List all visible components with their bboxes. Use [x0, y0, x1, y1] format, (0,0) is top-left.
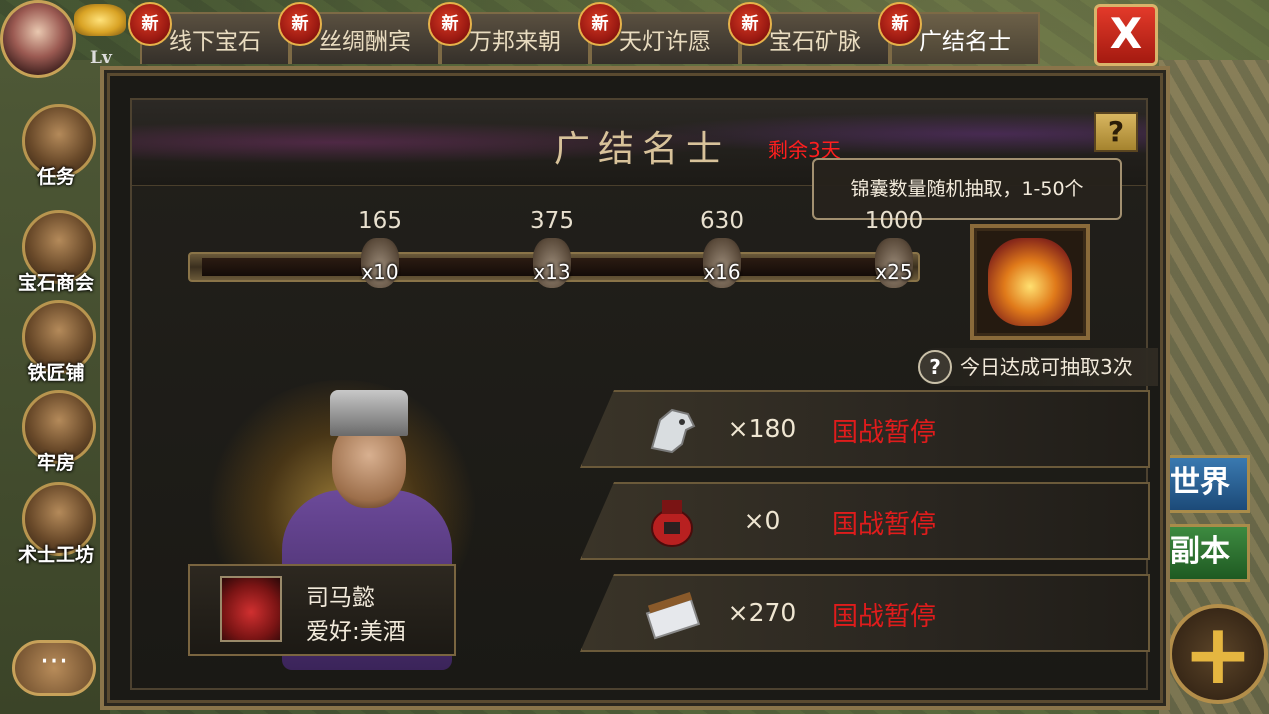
daily-draw-text: 今日达成可抽取3次 [960, 355, 1133, 379]
player-level-label: Lv [90, 48, 112, 68]
tab-label: 线下宝石 [169, 29, 261, 55]
sidebar-item-gem-shop[interactable]: 宝石商会 [10, 210, 102, 295]
milestone[interactable]: 1000 x25 [854, 208, 934, 288]
tab-label: 万邦来朝 [469, 29, 561, 55]
tab-silk-sale[interactable]: 新 丝绸酬宾 [278, 2, 440, 64]
question-icon[interactable]: ? [918, 350, 952, 384]
milestone-count: x25 [875, 260, 913, 284]
tab-offline-gems[interactable]: 新 线下宝石 [128, 2, 290, 64]
milestone-count: x13 [533, 260, 571, 284]
milestone[interactable]: 630 x16 [682, 208, 762, 288]
resource-status: 国战暂停 [832, 602, 937, 632]
event-panel: 广结名士 剩余3天 ? 锦囊数量随机抽取，1-50个 165 x10 375 x… [100, 66, 1170, 710]
player-avatar[interactable] [0, 0, 76, 78]
milestone-value: 375 [530, 208, 574, 234]
treasure-pouch-icon [988, 238, 1072, 326]
sidebar-item-blacksmith[interactable]: 铁匠铺 [10, 300, 102, 385]
tab-label: 天灯许愿 [619, 29, 711, 55]
new-badge: 新 [428, 2, 472, 46]
horse-icon [650, 408, 696, 454]
sidebar-item-label: 宝石商会 [17, 272, 94, 294]
milestone-value: 1000 [864, 208, 924, 234]
resource-amount: ×0 [743, 506, 781, 535]
tab-tributes[interactable]: 新 万邦来朝 [428, 2, 590, 64]
new-badge: 新 [128, 2, 172, 46]
tab-befriend-scholars[interactable]: 新 广结名士 [878, 2, 1040, 64]
wine-jar-icon [651, 500, 693, 547]
reward-preview[interactable] [970, 224, 1090, 340]
milestone-value: 630 [700, 208, 744, 234]
sidebar-item-sorcerer[interactable]: 术士工坊 [10, 482, 102, 567]
resource-amount: ×270 [727, 598, 797, 627]
daily-draw-note: ? 今日达成可抽取3次 [918, 348, 1158, 386]
event-tabs: 新 线下宝石 新 丝绸酬宾 新 万邦来朝 新 天灯许愿 新 宝石矿脉 新 广结名… [128, 2, 1040, 68]
milestone-value: 165 [358, 208, 402, 234]
hero-name: 司马懿 [306, 585, 375, 611]
sidebar-item-label: 术士工坊 [17, 544, 94, 566]
close-button[interactable]: X [1094, 4, 1158, 66]
sidebar-item-label: 铁匠铺 [27, 362, 85, 384]
tab-label: 丝绸酬宾 [319, 29, 411, 55]
milestone[interactable]: 375 x13 [512, 208, 592, 288]
sidebar-item-prison[interactable]: 牢房 [10, 390, 102, 475]
resource-status: 国战暂停 [832, 418, 937, 448]
help-button[interactable]: ? [1094, 112, 1138, 152]
hero-hobby: 爱好:美酒 [306, 619, 406, 645]
milestone[interactable]: 165 x10 [340, 208, 420, 288]
resource-status: 国战暂停 [832, 510, 937, 540]
resource-row[interactable]: ×180 国战暂停 [580, 390, 1150, 468]
plus-button[interactable]: + [1168, 604, 1268, 704]
event-title: 广结名士 [553, 129, 730, 170]
gold-ingot-icon [74, 4, 126, 36]
sidebar-item-quests[interactable]: 任务 [10, 104, 102, 189]
new-badge: 新 [278, 2, 322, 46]
tab-label: 广结名士 [919, 29, 1011, 55]
new-badge: 新 [728, 2, 772, 46]
wine-jar-icon [220, 576, 282, 642]
milestone-count: x16 [703, 260, 741, 284]
milestone-count: x10 [361, 260, 399, 284]
tab-lantern-wish[interactable]: 新 天灯许愿 [578, 2, 740, 64]
sidebar-item-label: 任务 [36, 166, 75, 188]
new-badge: 新 [578, 2, 622, 46]
resource-row[interactable]: ×270 国战暂停 [580, 574, 1150, 652]
chat-button[interactable]: ··· [12, 640, 96, 696]
hero-hat [330, 390, 408, 436]
tab-gem-mine[interactable]: 新 宝石矿脉 [728, 2, 890, 64]
resource-row[interactable]: ×0 国战暂停 [580, 482, 1150, 560]
sidebar-item-label: 牢房 [36, 452, 75, 474]
hero-info-card[interactable]: 司马懿 爱好:美酒 [188, 564, 456, 656]
resource-amount: ×180 [727, 414, 797, 443]
scroll-icon [645, 592, 701, 640]
new-badge: 新 [878, 2, 922, 46]
tab-label: 宝石矿脉 [769, 29, 861, 55]
